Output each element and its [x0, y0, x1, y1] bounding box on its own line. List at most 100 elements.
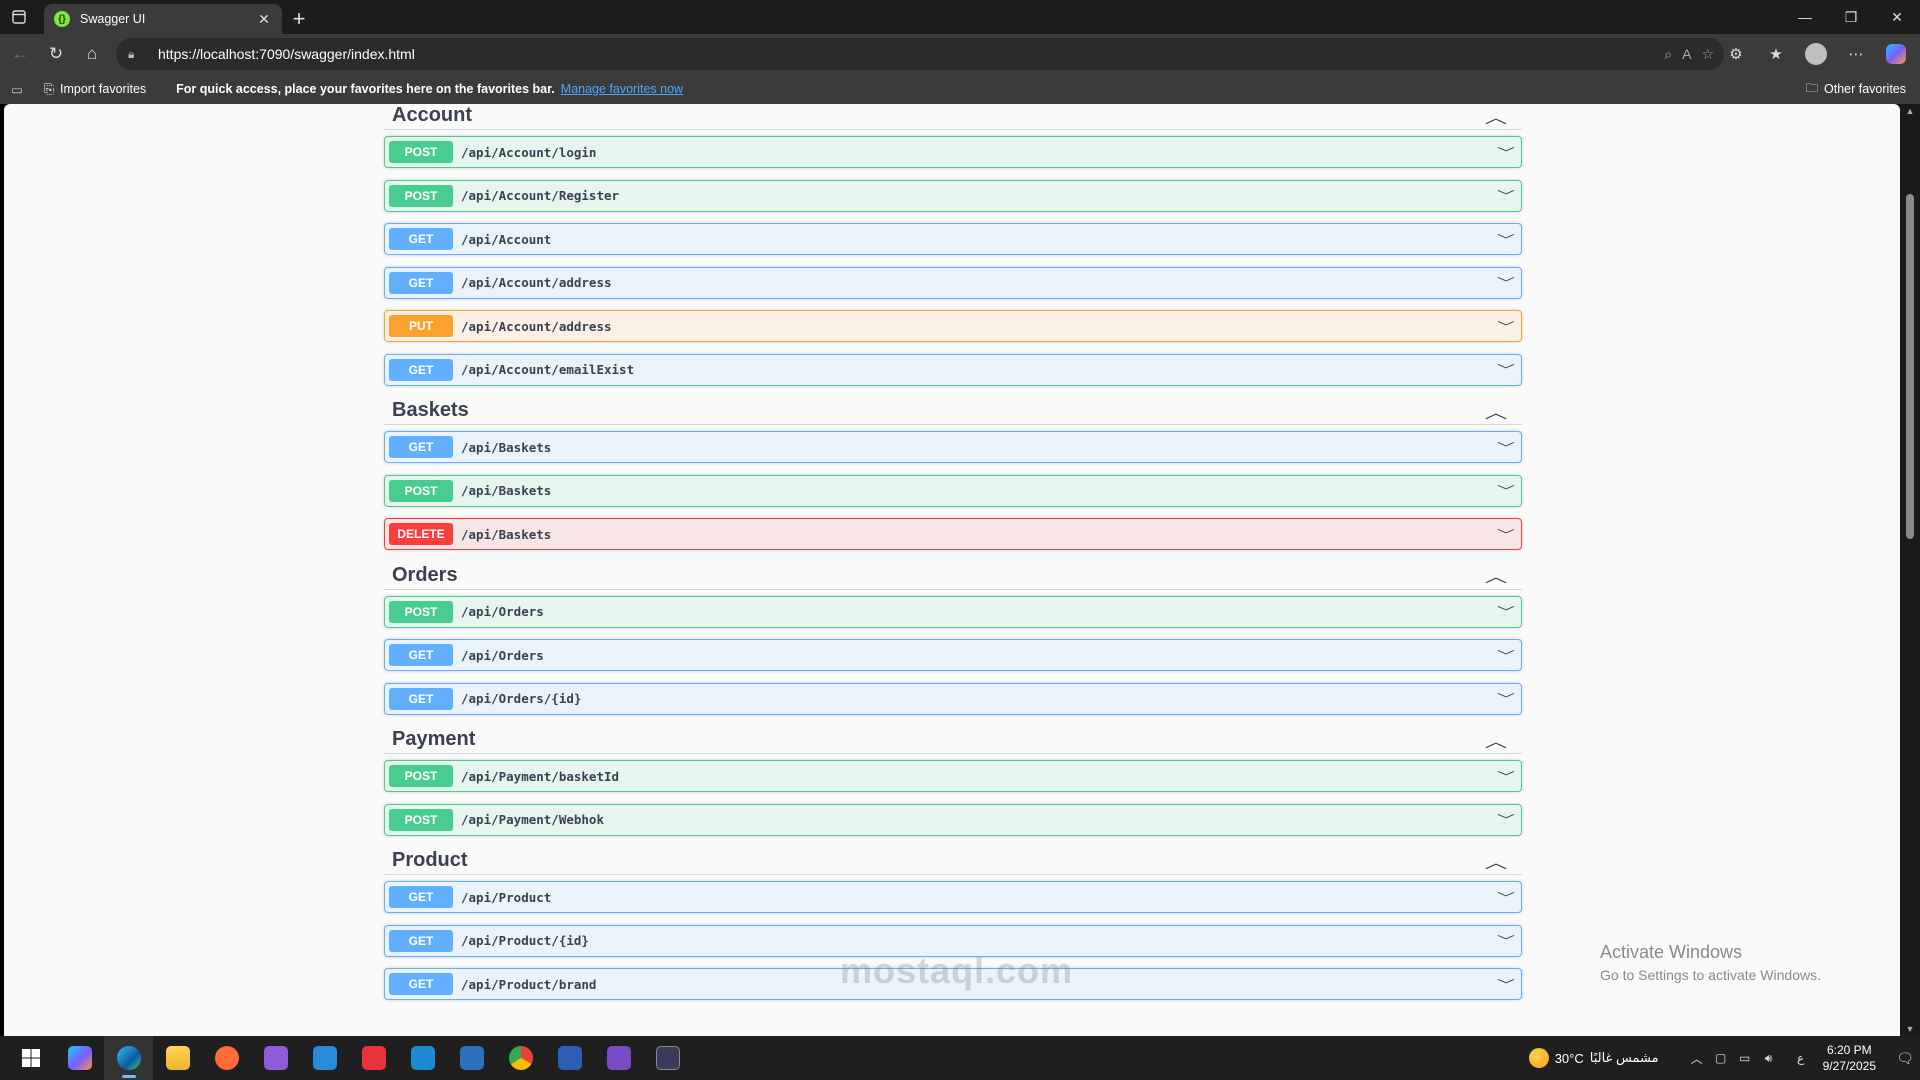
- operation-row[interactable]: GET/api/Product ﹀: [384, 881, 1522, 913]
- window-controls: — ❐ ✕: [1782, 0, 1920, 34]
- chevron-down-icon[interactable]: ﹀: [1484, 274, 1529, 291]
- reading-view-icon[interactable]: ▭: [0, 82, 34, 97]
- operation-row[interactable]: PUT/api/Account/address ﹀: [384, 310, 1522, 342]
- minimize-icon[interactable]: —: [1782, 0, 1828, 34]
- collapse-section-icon[interactable]: ︿: [1485, 399, 1507, 423]
- section-header[interactable]: Account ︿: [384, 104, 1522, 130]
- method-badge: POST: [389, 600, 453, 623]
- operation-row[interactable]: GET/api/Baskets ﹀: [384, 431, 1522, 463]
- import-favorites-label: Import favorites: [60, 82, 147, 96]
- chevron-down-icon[interactable]: ﹀: [1484, 889, 1529, 906]
- chevron-down-icon[interactable]: ﹀: [1484, 768, 1529, 785]
- edge-icon[interactable]: [104, 1036, 153, 1080]
- visual-studio-icon[interactable]: [251, 1036, 300, 1080]
- import-icon: ⎘: [44, 81, 55, 96]
- operation-row[interactable]: POST/api/Account/login ﹀: [384, 136, 1522, 168]
- collapse-section-icon[interactable]: ︿: [1485, 849, 1507, 873]
- chevron-down-icon[interactable]: ﹀: [1484, 439, 1529, 456]
- scroll-down-icon[interactable]: ▼: [1900, 1024, 1920, 1034]
- file-explorer-icon[interactable]: [153, 1036, 202, 1080]
- operation-row[interactable]: GET/api/Orders ﹀: [384, 639, 1522, 671]
- notification-icon[interactable]: 🗨︎: [1890, 1050, 1920, 1067]
- chevron-down-icon[interactable]: ﹀: [1484, 603, 1529, 620]
- back-icon[interactable]: ←: [2, 36, 38, 72]
- clock[interactable]: 6:20 PM 9/27/2025: [1823, 1042, 1876, 1074]
- extensions-icon[interactable]: ⚙: [1718, 38, 1754, 70]
- page-scrollbar[interactable]: ▲ ▼: [1900, 104, 1920, 1036]
- operation-row[interactable]: GET/api/Account/emailExist ﹀: [384, 353, 1522, 386]
- chevron-down-icon[interactable]: ﹀: [1484, 526, 1529, 543]
- scrollbar-thumb[interactable]: [1906, 194, 1914, 539]
- network-icon[interactable]: ▭: [1733, 1051, 1757, 1065]
- vscode-icon[interactable]: [398, 1036, 447, 1080]
- home-icon[interactable]: ⌂: [74, 36, 110, 72]
- terminal-icon[interactable]: [643, 1036, 692, 1080]
- word-icon[interactable]: [545, 1036, 594, 1080]
- endpoint-path: /api/Product/{id}: [461, 933, 589, 948]
- profile-avatar[interactable]: [1805, 43, 1827, 65]
- operation-row[interactable]: GET/api/Account ﹀: [384, 223, 1522, 255]
- favorites-icon[interactable]: ★: [1758, 38, 1794, 70]
- scroll-up-icon[interactable]: ▲: [1900, 106, 1920, 116]
- activate-windows-title: Activate Windows: [1600, 942, 1743, 962]
- refresh-icon[interactable]: ↻: [38, 36, 74, 72]
- meet-now-icon[interactable]: ▢: [1709, 1051, 1733, 1065]
- volume-icon[interactable]: 🔊︎: [1757, 1051, 1781, 1066]
- visual-studio-2-icon[interactable]: [594, 1036, 643, 1080]
- restore-icon[interactable]: ❐: [1828, 0, 1874, 34]
- postman-icon[interactable]: [202, 1036, 251, 1080]
- language-indicator[interactable]: ع: [1789, 1051, 1813, 1065]
- tab-actions-icon[interactable]: [0, 0, 38, 34]
- chevron-down-icon[interactable]: ﹀: [1484, 361, 1529, 378]
- address-bar[interactable]: 🔒︎ https://localhost:7090/swagger/index.…: [116, 38, 1724, 70]
- operation-row[interactable]: GET/api/Orders/{id} ﹀: [384, 682, 1522, 715]
- close-tab-icon[interactable]: ✕: [256, 11, 272, 28]
- section-header[interactable]: Baskets ︿: [384, 397, 1522, 425]
- chevron-down-icon[interactable]: ﹀: [1484, 811, 1529, 828]
- operation-row[interactable]: POST/api/Account/Register ﹀: [384, 179, 1522, 212]
- copilot-icon[interactable]: [1886, 44, 1906, 64]
- lock-icon[interactable]: 🔒︎: [128, 47, 148, 62]
- more-menu-icon[interactable]: ⋯: [1838, 38, 1874, 70]
- operation-row[interactable]: DELETE/api/Baskets ﹀: [384, 518, 1522, 550]
- chevron-down-icon[interactable]: ﹀: [1484, 482, 1529, 499]
- chevron-down-icon[interactable]: ﹀: [1484, 647, 1529, 664]
- tab-swagger-ui[interactable]: {} Swagger UI ✕: [44, 4, 282, 34]
- tray-overflow-icon[interactable]: ︿: [1685, 1050, 1709, 1067]
- operation-row[interactable]: POST/api/Orders ﹀: [384, 595, 1522, 628]
- section-header[interactable]: Payment ︿: [384, 726, 1522, 754]
- zoom-icon[interactable]: ⌕: [1664, 46, 1672, 63]
- chevron-down-icon[interactable]: ﹀: [1484, 231, 1529, 248]
- section-header[interactable]: Product ︿: [384, 847, 1522, 875]
- collapse-section-icon[interactable]: ︿: [1485, 728, 1507, 752]
- chevron-down-icon[interactable]: ﹀: [1484, 187, 1529, 204]
- other-favorites-button[interactable]: 🗀 Other favorites: [1806, 79, 1907, 100]
- close-window-icon[interactable]: ✕: [1874, 0, 1920, 34]
- chevron-down-icon[interactable]: ﹀: [1484, 144, 1529, 161]
- weather-widget[interactable]: 30°C مشمس غالبًا: [1528, 1048, 1659, 1068]
- manage-favorites-link[interactable]: Manage favorites now: [561, 82, 683, 96]
- start-icon[interactable]: [6, 1036, 55, 1080]
- read-aloud-icon[interactable]: A: [1682, 46, 1691, 63]
- azure-data-studio-icon[interactable]: [300, 1036, 349, 1080]
- chrome-icon[interactable]: [496, 1036, 545, 1080]
- import-favorites-button[interactable]: ⎘ Import favorites: [44, 82, 146, 97]
- operation-row[interactable]: POST/api/Payment/basketId ﹀: [384, 760, 1522, 792]
- operation-row[interactable]: POST/api/Payment/Webhok ﹀: [384, 803, 1522, 836]
- copilot-app-icon[interactable]: [55, 1036, 104, 1080]
- chevron-down-icon[interactable]: ﹀: [1484, 932, 1529, 949]
- collapse-section-icon[interactable]: ︿: [1485, 104, 1507, 128]
- chevron-down-icon[interactable]: ﹀: [1484, 690, 1529, 707]
- favorite-star-icon[interactable]: ☆: [1701, 46, 1714, 63]
- swagger-operations: Account ︿ POST/api/Account/login ﹀ POST/api/…: [384, 104, 1522, 1012]
- operation-row[interactable]: GET/api/Account/address ﹀: [384, 266, 1522, 299]
- collapse-section-icon[interactable]: ︿: [1485, 563, 1507, 587]
- section-header[interactable]: Orders ︿: [384, 562, 1522, 590]
- new-tab-icon[interactable]: +: [282, 4, 316, 34]
- ssms-icon[interactable]: [447, 1036, 496, 1080]
- chevron-down-icon[interactable]: ﹀: [1484, 318, 1529, 335]
- chevron-down-icon[interactable]: ﹀: [1484, 976, 1529, 993]
- url-text[interactable]: https://localhost:7090/swagger/index.htm…: [158, 46, 1664, 62]
- wps-office-icon[interactable]: [349, 1036, 398, 1080]
- operation-row[interactable]: POST/api/Baskets ﹀: [384, 474, 1522, 507]
